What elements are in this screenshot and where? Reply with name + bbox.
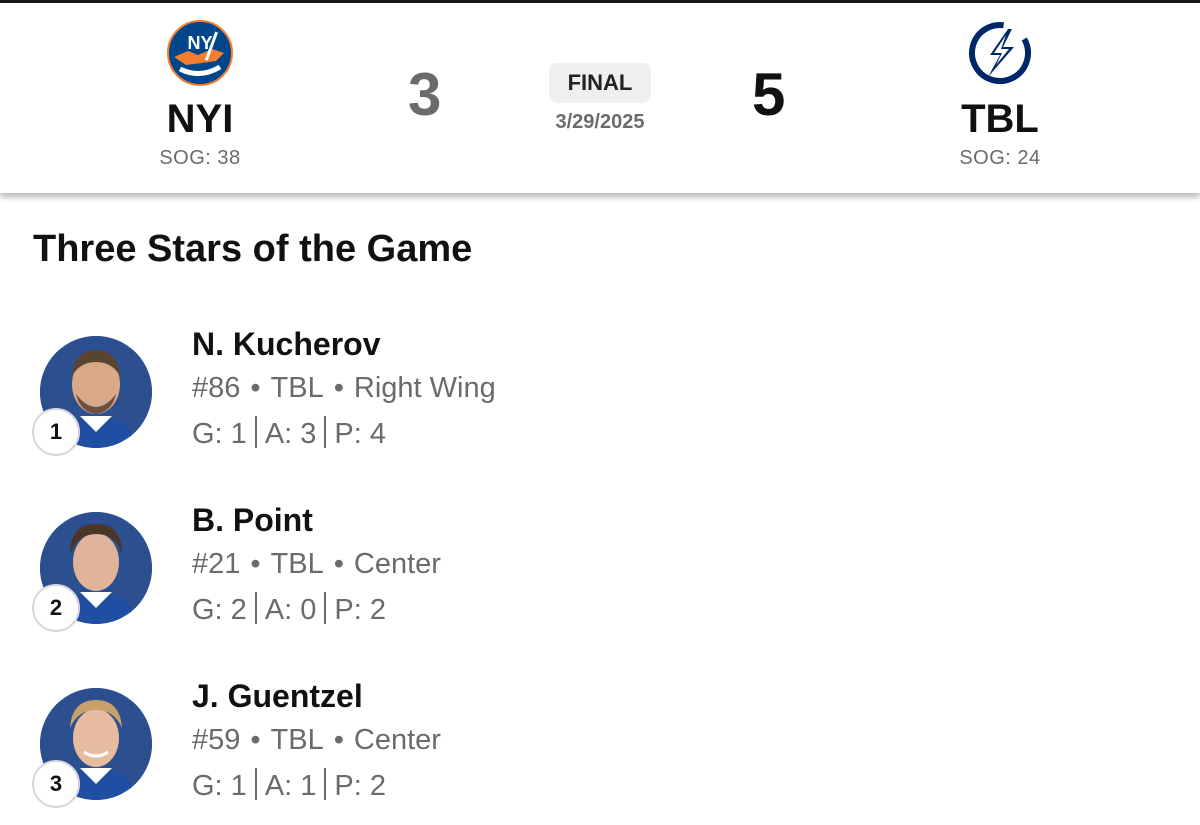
stat-goals: G: 2 bbox=[192, 594, 247, 626]
star-rank-badge: 1 bbox=[32, 408, 80, 456]
stat-goals: G: 1 bbox=[192, 770, 247, 802]
player-name[interactable]: B. Point bbox=[192, 502, 313, 539]
stat-divider bbox=[324, 592, 327, 624]
separator-dot: • bbox=[250, 372, 261, 404]
stat-assists: A: 3 bbox=[264, 418, 317, 450]
player-number: #86 bbox=[192, 372, 241, 404]
stat-divider bbox=[324, 768, 327, 800]
player-name[interactable]: J. Guentzel bbox=[192, 678, 363, 715]
home-shots-on-goal: SOG: 38 bbox=[159, 147, 241, 169]
separator-dot: • bbox=[333, 548, 344, 580]
stat-assists: A: 0 bbox=[264, 594, 317, 626]
star-rank-badge: 3 bbox=[32, 760, 80, 808]
separator-dot: • bbox=[250, 724, 261, 756]
separator-dot: • bbox=[250, 548, 261, 580]
player-info: #59 • TBL • Center bbox=[192, 724, 441, 757]
stat-points: P: 2 bbox=[334, 770, 386, 802]
stat-divider bbox=[324, 416, 327, 448]
stat-divider bbox=[254, 768, 257, 800]
scoreboard[interactable]: NY NYI SOG: 38 3 FINAL 3/29/2025 5 TBL S… bbox=[0, 3, 1200, 193]
star-item[interactable]: 1 N. Kucherov #86 • TBL • Right Wing G: 1 A: … bbox=[0, 322, 1200, 472]
player-team: TBL bbox=[270, 724, 324, 756]
away-score: 5 bbox=[752, 61, 786, 128]
stat-points: P: 4 bbox=[334, 418, 386, 450]
player-stats: G: 2 A: 0 P: 2 bbox=[192, 592, 386, 627]
game-status-badge: FINAL bbox=[549, 63, 651, 103]
separator-dot: • bbox=[333, 372, 344, 404]
player-position: Center bbox=[353, 724, 441, 756]
islanders-logo-icon: NY bbox=[167, 20, 233, 86]
stat-goals: G: 1 bbox=[192, 418, 247, 450]
player-number: #59 bbox=[192, 724, 241, 756]
stat-points: P: 2 bbox=[334, 594, 386, 626]
away-team-abbr: TBL bbox=[961, 97, 1039, 141]
player-stats: G: 1 A: 1 P: 2 bbox=[192, 768, 386, 803]
player-team: TBL bbox=[270, 372, 324, 404]
player-team: TBL bbox=[270, 548, 324, 580]
game-date: 3/29/2025 bbox=[555, 111, 645, 133]
player-info: #21 • TBL • Center bbox=[192, 548, 441, 581]
home-team-abbr: NYI bbox=[166, 97, 234, 141]
player-info: #86 • TBL • Right Wing bbox=[192, 372, 496, 405]
home-score: 3 bbox=[408, 61, 442, 128]
player-position: Center bbox=[353, 548, 441, 580]
stat-assists: A: 1 bbox=[264, 770, 317, 802]
section-title: Three Stars of the Game bbox=[33, 228, 473, 270]
player-name[interactable]: N. Kucherov bbox=[192, 326, 380, 363]
away-shots-on-goal: SOG: 24 bbox=[959, 147, 1041, 169]
lightning-logo-icon bbox=[969, 21, 1031, 84]
player-stats: G: 1 A: 3 P: 4 bbox=[192, 416, 386, 451]
separator-dot: • bbox=[333, 724, 344, 756]
stat-divider bbox=[254, 592, 257, 624]
star-rank-badge: 2 bbox=[32, 584, 80, 632]
star-item[interactable]: 2 B. Point #21 • TBL • Center G: 2 A: 0 P: 2 bbox=[0, 498, 1200, 648]
star-item[interactable]: 3 J. Guentzel #59 • TBL • Center G: 1 A: 1 P: … bbox=[0, 674, 1200, 824]
player-number: #21 bbox=[192, 548, 241, 580]
stat-divider bbox=[254, 416, 257, 448]
player-position: Right Wing bbox=[353, 372, 496, 404]
